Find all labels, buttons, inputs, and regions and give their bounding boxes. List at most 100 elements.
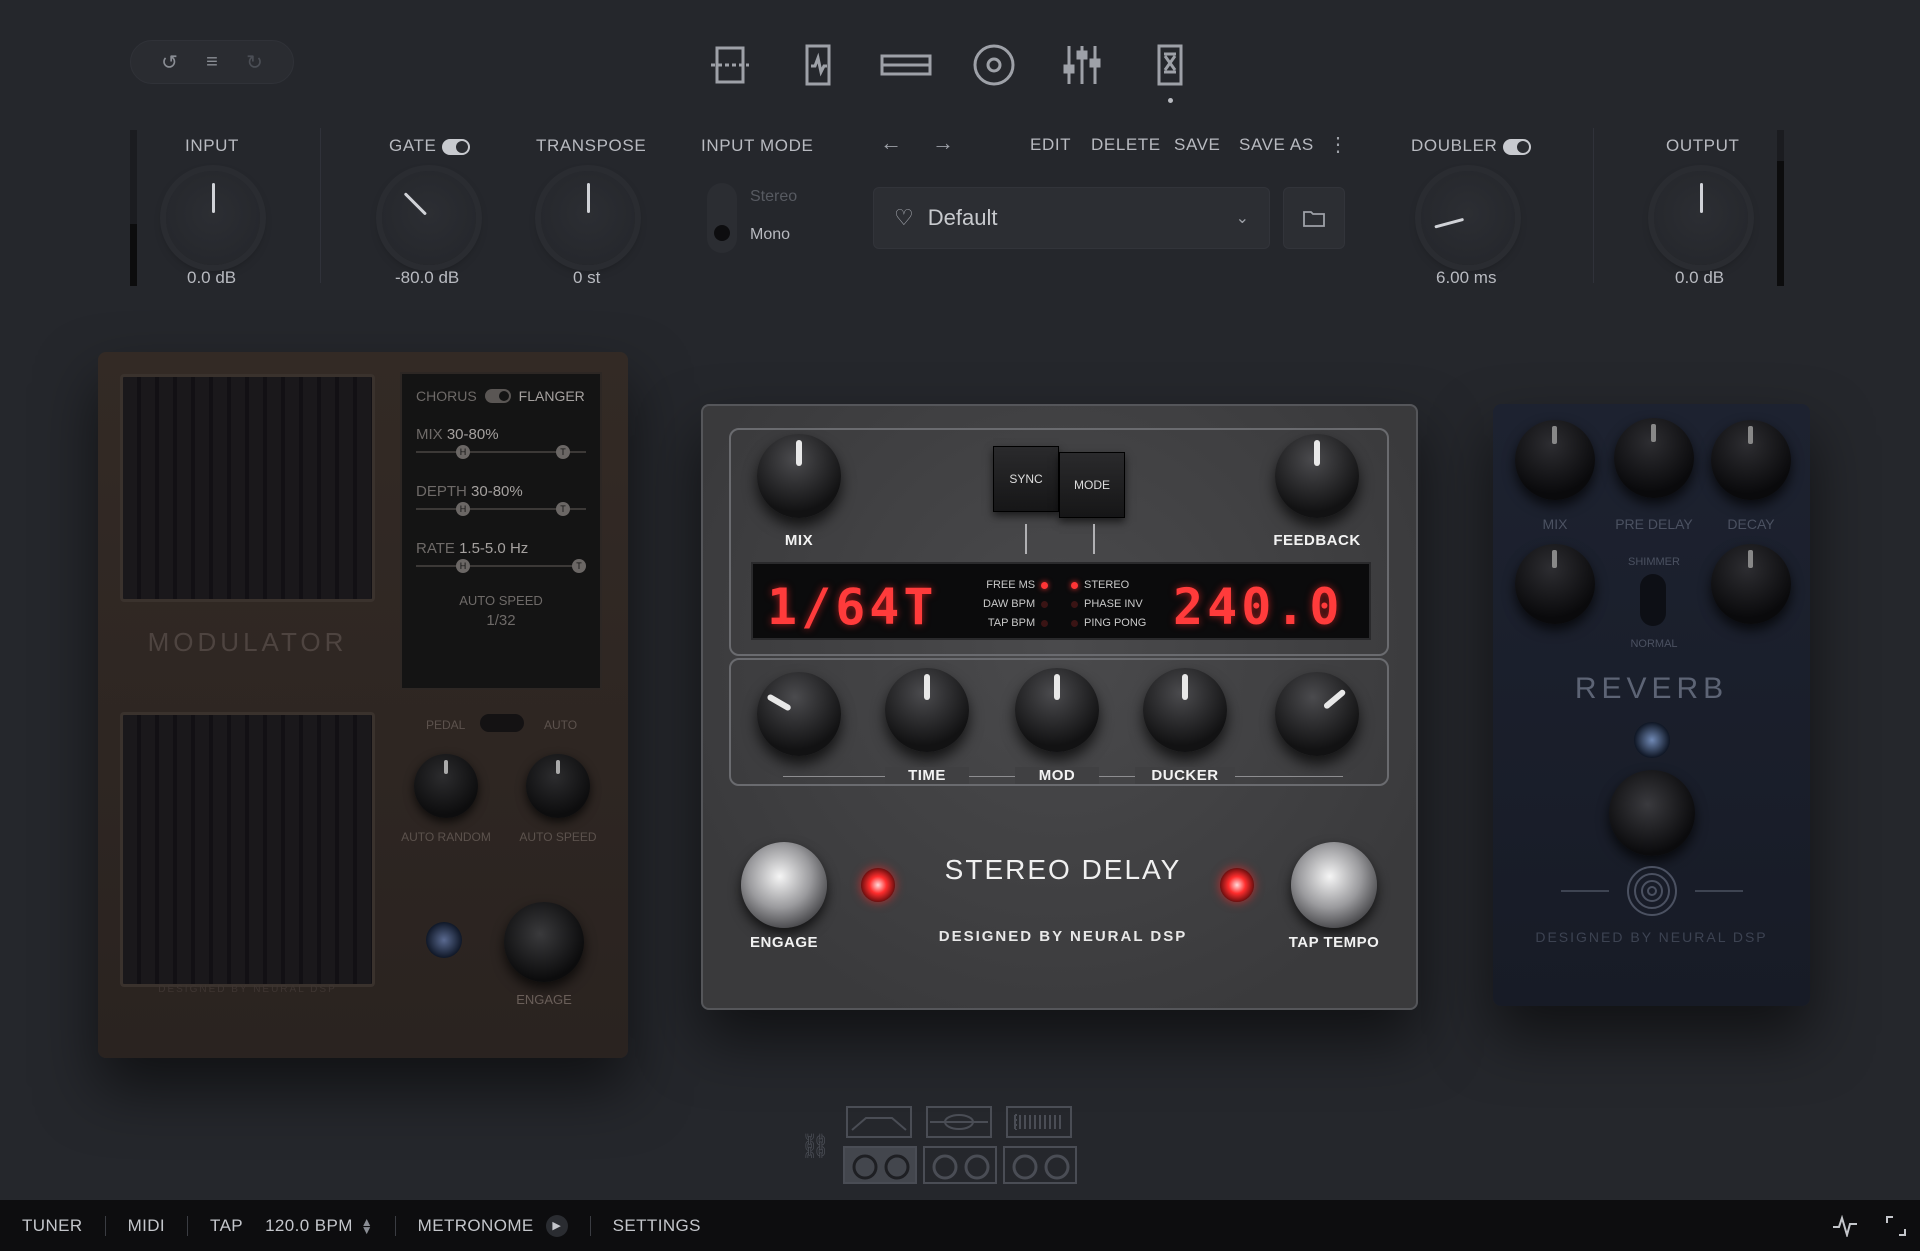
modulator-pedal[interactable]: MODULATOR CHORUS FLANGER MIX 30-80% HT D… bbox=[98, 352, 628, 1058]
save-as-button[interactable]: SAVE AS bbox=[1239, 135, 1314, 155]
more-options-icon[interactable]: ⋮ bbox=[1328, 132, 1348, 157]
stereo-delay-pedal[interactable]: MIX SYNC MODE FEEDBACK 1/64T FREE MS DAW… bbox=[701, 404, 1418, 1010]
chevron-down-icon: ⌄ bbox=[1235, 210, 1249, 227]
previous-preset-button[interactable]: ← bbox=[880, 130, 902, 156]
mixer-view-icon[interactable] bbox=[1052, 35, 1112, 95]
input-knob[interactable] bbox=[166, 171, 260, 265]
input-mode-mono[interactable]: Mono bbox=[750, 226, 790, 244]
tap-tempo-footswitch[interactable] bbox=[1291, 842, 1377, 928]
mode-button[interactable]: MODE bbox=[1059, 452, 1125, 518]
sync-button[interactable]: SYNC bbox=[993, 446, 1059, 512]
history-controls: ↺ ≡ ↻ bbox=[130, 40, 294, 84]
time-label: TIME bbox=[885, 767, 969, 784]
pedalboard-slot-2[interactable] bbox=[923, 1146, 997, 1184]
modulator-engage-footswitch[interactable] bbox=[504, 902, 584, 982]
rate-range-slider[interactable]: HT bbox=[416, 559, 586, 573]
cab-view-icon[interactable] bbox=[788, 35, 848, 95]
reverb-title: REVERB bbox=[1574, 672, 1729, 705]
gate-knob[interactable] bbox=[382, 171, 476, 265]
undo-icon[interactable]: ↺ bbox=[161, 50, 178, 75]
transpose-knob[interactable] bbox=[541, 171, 635, 265]
midi-button[interactable]: MIDI bbox=[128, 1216, 165, 1236]
modulator-credit: DESIGNED BY NEURAL DSP bbox=[158, 984, 337, 995]
mix-range-slider[interactable]: HT bbox=[416, 445, 586, 459]
expression-pedal-lower[interactable] bbox=[120, 712, 375, 987]
preset-folder-button[interactable] bbox=[1283, 187, 1345, 249]
time-knob[interactable] bbox=[885, 668, 969, 752]
layout-option-3[interactable] bbox=[1006, 1106, 1072, 1138]
activity-icon[interactable] bbox=[1832, 1214, 1858, 1237]
depth-range-slider[interactable]: HT bbox=[416, 502, 586, 516]
pre-delay-knob[interactable] bbox=[1614, 418, 1694, 498]
doubler-toggle[interactable] bbox=[1503, 138, 1532, 155]
decay-knob[interactable] bbox=[1711, 420, 1791, 500]
delay-bpm-readout: 240.0 bbox=[1173, 578, 1344, 636]
amp-view-icon[interactable] bbox=[700, 35, 760, 95]
delay-engage-footswitch[interactable] bbox=[741, 842, 827, 928]
edit-button[interactable]: EDIT bbox=[1030, 135, 1071, 155]
output-label: OUTPUT bbox=[1666, 136, 1740, 155]
pedal-label: PEDAL bbox=[426, 718, 466, 732]
tap-button[interactable]: TAP bbox=[210, 1216, 243, 1236]
reverb-engage-footswitch[interactable] bbox=[1609, 770, 1695, 856]
pre-delay-label: PRE DELAY bbox=[1615, 516, 1693, 532]
delay-mix-knob[interactable] bbox=[757, 434, 841, 518]
feedback-label: FEEDBACK bbox=[1273, 532, 1361, 549]
high-cut-knob[interactable] bbox=[1275, 672, 1359, 756]
input-mode-label: INPUT MODE bbox=[701, 136, 814, 155]
input-mode-switch[interactable] bbox=[707, 183, 737, 253]
decay-label: DECAY bbox=[1727, 516, 1775, 532]
doubler-knob[interactable] bbox=[1421, 171, 1515, 265]
auto-speed-knob[interactable] bbox=[526, 754, 590, 818]
reverb-mix-label: MIX bbox=[1542, 516, 1568, 532]
tuner-button[interactable]: TUNER bbox=[22, 1216, 83, 1236]
mix-range: MIX 30-80% bbox=[416, 426, 499, 443]
pedalboard-slot-3[interactable] bbox=[1003, 1146, 1077, 1184]
favorite-heart-icon[interactable]: ♡ bbox=[894, 205, 914, 231]
layout-option-2[interactable] bbox=[926, 1106, 992, 1138]
mod-knob[interactable] bbox=[1015, 668, 1099, 752]
reverb-high-knob[interactable] bbox=[1711, 544, 1791, 624]
shimmer-label: SHIMMER bbox=[1628, 556, 1680, 568]
rack-view-icon[interactable] bbox=[876, 35, 936, 95]
pedal-view-icon[interactable] bbox=[1140, 35, 1200, 103]
gate-toggle[interactable] bbox=[442, 138, 471, 155]
reverb-low-knob[interactable] bbox=[1515, 544, 1595, 624]
chorus-label: CHORUS bbox=[416, 388, 477, 404]
view-switcher bbox=[700, 30, 1200, 103]
ducker-knob[interactable] bbox=[1143, 668, 1227, 752]
bpm-stepper-icon[interactable]: ▲ ▼ bbox=[361, 1216, 373, 1236]
shimmer-normal-switch[interactable] bbox=[1640, 574, 1666, 626]
delete-button[interactable]: DELETE bbox=[1091, 135, 1161, 155]
output-knob[interactable] bbox=[1654, 171, 1748, 265]
auto-random-knob[interactable] bbox=[414, 754, 478, 818]
low-cut-knob[interactable] bbox=[757, 672, 841, 756]
play-icon[interactable]: ▶ bbox=[545, 1214, 568, 1237]
bpm-value[interactable]: 120.0 BPM bbox=[265, 1216, 353, 1236]
metronome-button[interactable]: METRONOME bbox=[418, 1216, 534, 1236]
fullscreen-icon[interactable] bbox=[1886, 1215, 1906, 1236]
transpose-label: TRANSPOSE bbox=[536, 136, 647, 155]
auto-speed-label: AUTO SPEED bbox=[519, 830, 597, 844]
rate-range: RATE 1.5-5.0 Hz bbox=[416, 540, 529, 557]
flanger-label: FLANGER bbox=[518, 388, 585, 404]
expression-pedal-upper[interactable] bbox=[120, 374, 375, 602]
circle-view-icon[interactable] bbox=[964, 35, 1024, 95]
chorus-flanger-toggle[interactable] bbox=[484, 389, 511, 403]
gate-label: GATE bbox=[389, 136, 471, 156]
link-icon[interactable]: ⛓ bbox=[800, 1132, 830, 1161]
next-preset-button[interactable]: → bbox=[932, 130, 954, 156]
preset-selector[interactable]: ♡ Default ⌄ bbox=[873, 187, 1270, 249]
reverb-pedal[interactable]: MIX PRE DELAY DECAY SHIMMER NORMAL REVER… bbox=[1493, 404, 1810, 1006]
pedal-auto-switch[interactable] bbox=[480, 714, 524, 732]
engage-led bbox=[861, 868, 895, 902]
input-mode-stereo[interactable]: Stereo bbox=[750, 188, 797, 206]
feedback-knob[interactable] bbox=[1275, 434, 1359, 518]
redo-icon[interactable]: ↻ bbox=[246, 50, 263, 75]
menu-icon[interactable]: ≡ bbox=[206, 51, 218, 74]
save-button[interactable]: SAVE bbox=[1174, 135, 1221, 155]
pedalboard-slot-1[interactable] bbox=[843, 1146, 917, 1184]
layout-option-1[interactable] bbox=[846, 1106, 912, 1138]
settings-button[interactable]: SETTINGS bbox=[613, 1216, 701, 1236]
reverb-mix-knob[interactable] bbox=[1515, 420, 1595, 500]
